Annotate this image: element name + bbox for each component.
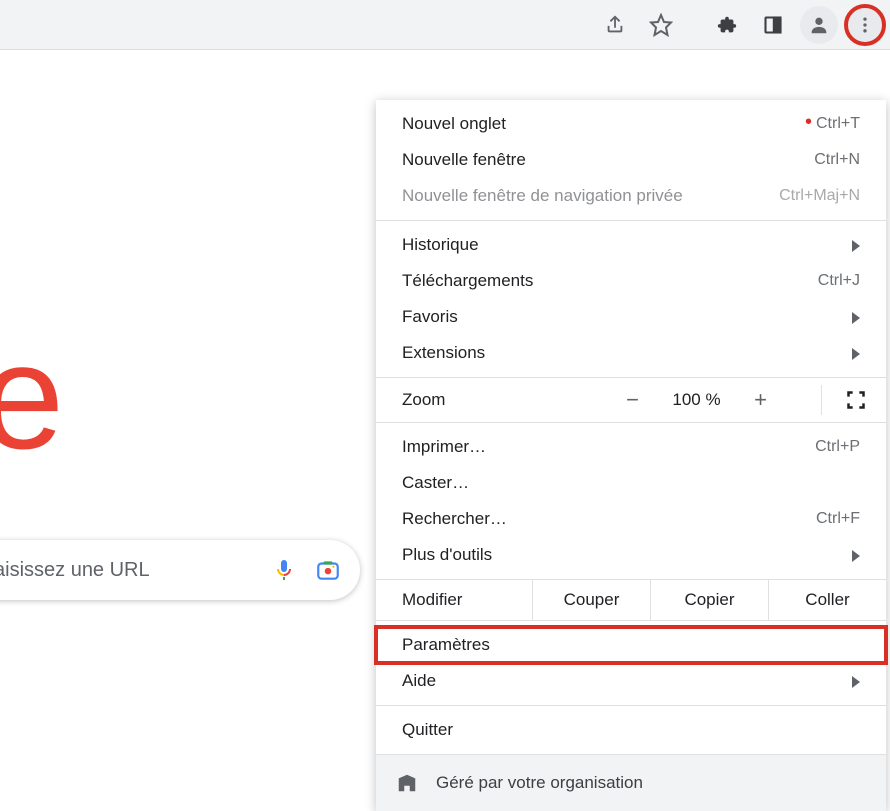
menu-print[interactable]: Imprimer… Ctrl+P: [376, 429, 886, 465]
fullscreen-icon[interactable]: [826, 390, 886, 410]
chevron-right-icon: [850, 545, 860, 565]
menu-shortcut: Ctrl+P: [815, 438, 860, 456]
menu-label: Favoris: [402, 307, 850, 327]
share-icon[interactable]: [596, 6, 634, 44]
menu-label: Rechercher…: [402, 509, 816, 529]
menu-history[interactable]: Historique: [376, 227, 886, 263]
menu-label: Plus d'outils: [402, 545, 850, 565]
menu-label: Téléchargements: [402, 271, 818, 291]
puzzle-icon[interactable]: [708, 6, 746, 44]
menu-managed-by-org[interactable]: Géré par votre organisation: [376, 755, 886, 811]
menu-label: Imprimer…: [402, 437, 815, 457]
menu-cast[interactable]: Caster…: [376, 465, 886, 501]
more-vert-icon[interactable]: [846, 6, 884, 44]
zoom-label: Zoom: [376, 390, 576, 410]
browser-toolbar: [0, 0, 890, 50]
menu-shortcut: Ctrl+J: [818, 272, 860, 290]
menu-shortcut: Ctrl+T: [816, 115, 860, 133]
menu-label: Extensions: [402, 343, 850, 363]
zoom-value: 100 %: [657, 390, 737, 410]
zoom-in-button[interactable]: +: [737, 387, 785, 413]
menu-label: Nouvelle fenêtre: [402, 150, 814, 170]
menu-shortcut: Ctrl+N: [814, 151, 860, 169]
paste-button[interactable]: Coller: [768, 580, 886, 620]
menu-label: Quitter: [402, 720, 860, 740]
google-logo-fragment: gle: [0, 310, 56, 483]
menu-new-tab[interactable]: Nouvel onglet • Ctrl+T: [376, 106, 886, 142]
camera-icon[interactable]: [314, 556, 342, 584]
menu-quit[interactable]: Quitter: [376, 712, 886, 748]
cut-button[interactable]: Couper: [532, 580, 650, 620]
menu-shortcut: Ctrl+F: [816, 510, 860, 528]
managed-label: Géré par votre organisation: [436, 773, 643, 793]
chevron-right-icon: [850, 235, 860, 255]
menu-label: Aide: [402, 671, 850, 691]
menu-new-window[interactable]: Nouvelle fenêtre Ctrl+N: [376, 142, 886, 178]
menu-downloads[interactable]: Téléchargements Ctrl+J: [376, 263, 886, 299]
star-icon[interactable]: [642, 6, 680, 44]
menu-zoom: Zoom − 100 % +: [376, 378, 886, 422]
menu-label: Nouvelle fenêtre de navigation privée: [402, 186, 779, 206]
building-icon: [396, 772, 418, 794]
mic-icon[interactable]: [270, 556, 298, 584]
search-placeholder: saisissez une URL: [0, 559, 254, 582]
menu-edit-row: Modifier Couper Copier Coller: [376, 580, 886, 620]
menu-incognito: Nouvelle fenêtre de navigation privée Ct…: [376, 178, 886, 214]
menu-shortcut: Ctrl+Maj+N: [779, 187, 860, 205]
menu-find[interactable]: Rechercher… Ctrl+F: [376, 501, 886, 537]
panel-icon[interactable]: [754, 6, 792, 44]
chevron-right-icon: [850, 307, 860, 327]
person-icon[interactable]: [800, 6, 838, 44]
menu-label: Historique: [402, 235, 850, 255]
menu-extensions[interactable]: Extensions: [376, 335, 886, 371]
menu-help[interactable]: Aide: [376, 663, 886, 699]
menu-label: Caster…: [402, 473, 860, 493]
menu-label: Nouvel onglet: [402, 114, 805, 134]
chevron-right-icon: [850, 343, 860, 363]
menu-label: Paramètres: [402, 635, 860, 655]
copy-button[interactable]: Copier: [650, 580, 768, 620]
chrome-main-menu: Nouvel onglet • Ctrl+T Nouvelle fenêtre …: [376, 100, 886, 811]
chevron-right-icon: [850, 671, 860, 691]
menu-bookmarks[interactable]: Favoris: [376, 299, 886, 335]
menu-more-tools[interactable]: Plus d'outils: [376, 537, 886, 573]
edit-label: Modifier: [376, 580, 532, 620]
omnibox-search[interactable]: saisissez une URL: [0, 540, 360, 600]
menu-settings[interactable]: Paramètres: [376, 627, 886, 663]
new-tab-page: gle saisissez une URL Nouvel onglet: [0, 50, 890, 763]
zoom-out-button[interactable]: −: [609, 387, 657, 413]
